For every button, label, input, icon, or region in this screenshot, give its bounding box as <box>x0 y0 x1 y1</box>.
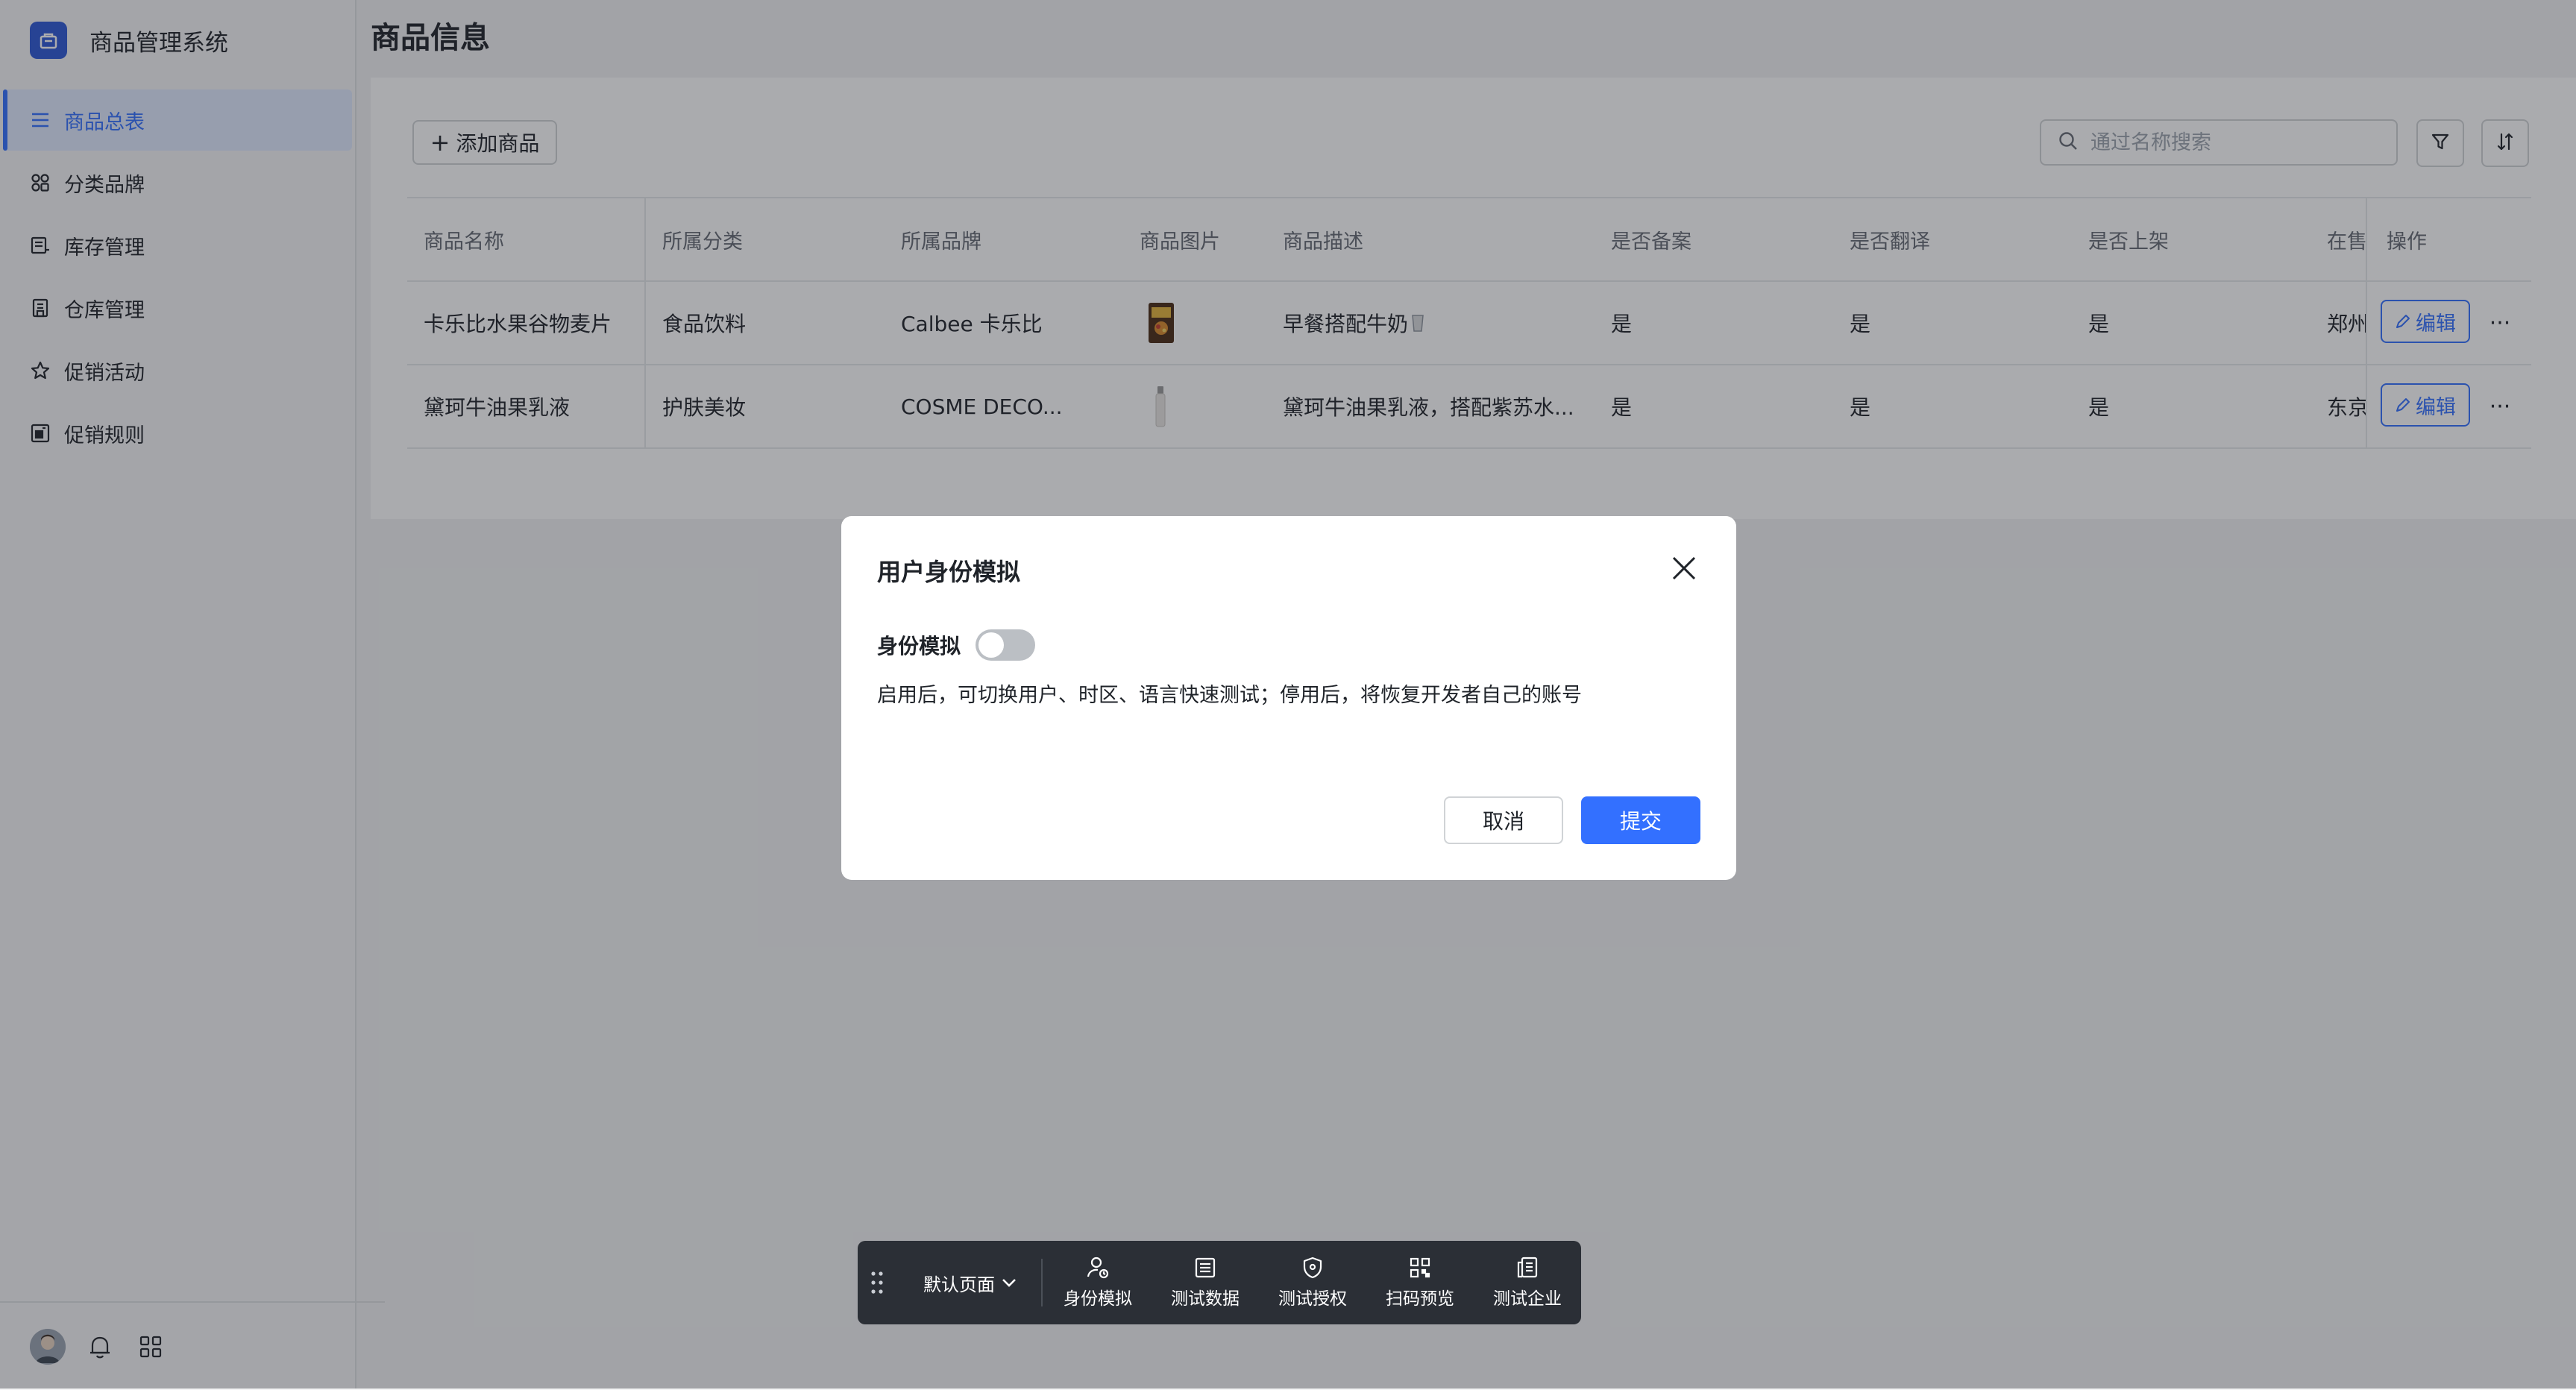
toggle-knob <box>978 632 1005 658</box>
test-enterprise-button[interactable]: 测试企业 <box>1483 1241 1572 1324</box>
toolbar-item-label: 测试授权 <box>1278 1289 1347 1309</box>
user-switch-icon <box>1087 1257 1109 1279</box>
close-button[interactable] <box>1665 549 1703 588</box>
page-select-value: 默认页面 <box>923 1274 995 1295</box>
data-icon <box>1195 1257 1216 1278</box>
toolbar-item-label: 测试数据 <box>1171 1289 1240 1309</box>
scan-preview-button[interactable]: 扫码预览 <box>1375 1241 1465 1324</box>
toolbar-item-label: 扫码预览 <box>1386 1289 1454 1309</box>
enterprise-icon <box>1517 1257 1538 1278</box>
submit-button[interactable]: 提交 <box>1581 796 1700 844</box>
toolbar-divider <box>1041 1259 1043 1306</box>
identity-simulation-button[interactable]: 身份模拟 <box>1053 1241 1143 1324</box>
dialog-description: 启用后，可切换用户、时区、语言快速测试；停用后，将恢复开发者自己的账号 <box>877 684 1582 707</box>
dialog-title: 用户身份模拟 <box>877 558 1021 586</box>
toolbar-item-label: 身份模拟 <box>1064 1289 1132 1309</box>
identity-simulation-toggle[interactable] <box>976 629 1036 661</box>
toolbar-item-label: 测试企业 <box>1493 1289 1562 1309</box>
shield-icon <box>1303 1257 1322 1279</box>
toggle-label: 身份模拟 <box>877 634 961 658</box>
test-data-button[interactable]: 测试数据 <box>1160 1241 1250 1324</box>
drag-handle-icon[interactable] <box>868 1269 886 1296</box>
identity-simulation-dialog: 用户身份模拟 身份模拟 启用后，可切换用户、时区、语言快速测试；停用后，将恢复开… <box>841 516 1736 880</box>
qrcode-icon <box>1410 1257 1430 1278</box>
page-select-dropdown[interactable]: 默认页面 <box>923 1241 1017 1324</box>
toggle-row: 身份模拟 <box>877 629 1036 661</box>
cancel-button[interactable]: 取消 <box>1444 796 1563 844</box>
test-authorization-button[interactable]: 测试授权 <box>1268 1241 1357 1324</box>
chevron-down-icon <box>1002 1279 1016 1287</box>
close-icon <box>1672 556 1696 580</box>
dev-toolbar: 默认页面 身份模拟 测试数据 测试授权 扫码预览 测试企业 <box>858 1241 1581 1324</box>
